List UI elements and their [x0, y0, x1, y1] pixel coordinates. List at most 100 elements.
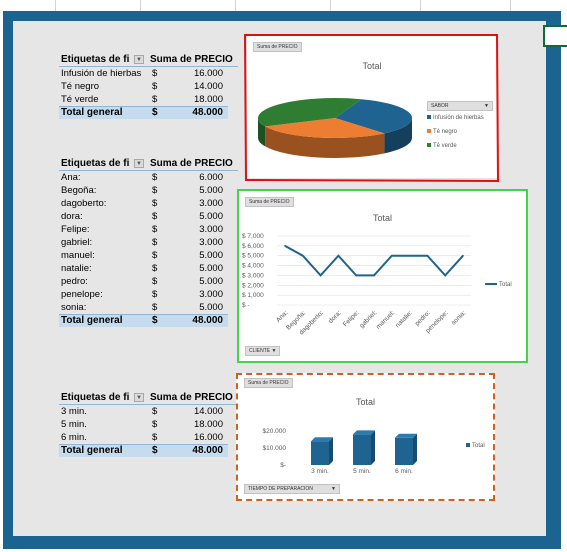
x-tick-label: 5 min. [353, 468, 371, 475]
pivot-table-sabor[interactable]: Etiquetas de fi ▼ Suma de PRECIO Infusió… [59, 53, 238, 119]
pivot-row[interactable]: pedro: $5.000 [59, 275, 238, 288]
currency-symbol: $ [152, 445, 158, 456]
bar-side [413, 433, 417, 465]
x-tick-label: 3 min. [311, 468, 329, 475]
y-tick-label: $ 2,000 [242, 282, 264, 289]
pivot-table-cliente[interactable]: Etiquetas de fi ▼ Suma de PRECIO Ana: $6.… [59, 157, 238, 327]
dropdown-arrow-icon: ▼ [331, 486, 336, 492]
data-point[interactable] [302, 254, 304, 257]
pivot-table-tiempo[interactable]: Etiquetas de fi ▼ Suma de PRECIO 3 min. $… [59, 391, 238, 457]
pivot-row[interactable]: Felipe: $3.000 [59, 223, 238, 236]
currency-symbol: $ [152, 172, 158, 183]
row-label: Té verde [61, 94, 99, 105]
pivot-row[interactable]: Infusión de hierbas $16.000 [59, 67, 238, 80]
bar[interactable] [353, 434, 371, 465]
currency-symbol: $ [152, 185, 158, 196]
row-label: Infusión de hierbas [61, 68, 142, 79]
pivot-row[interactable]: natalie: $5.000 [59, 262, 238, 275]
currency-symbol: $ [152, 406, 158, 417]
pivot-row[interactable]: Té negro $14.000 [59, 80, 238, 93]
row-value: 3.000 [199, 224, 223, 235]
row-label: Té negro [61, 81, 100, 92]
row-label: natalie: [61, 263, 92, 274]
grand-total-label: Total general [61, 107, 123, 118]
data-point[interactable] [319, 274, 322, 277]
series-line[interactable] [284, 244, 464, 277]
row-value: 14.000 [193, 81, 223, 92]
sum-header[interactable]: Suma de PRECIO [150, 392, 233, 403]
line-legend: Total [485, 282, 512, 288]
data-point[interactable] [391, 254, 393, 257]
sum-header[interactable]: Suma de PRECIO [150, 158, 233, 169]
bar[interactable] [311, 441, 329, 465]
x-tick-label: sonia: [450, 309, 467, 326]
filter-dropdown-icon[interactable]: ▼ [134, 159, 144, 168]
pivot-row[interactable]: sonia: $5.000 [59, 301, 238, 314]
row-label: Felipe: [61, 224, 90, 235]
line-chart-svg: $ 7,000 $ 6,000 $ 5,000 $ 4,000 $ 3,000 $ 2,0… [242, 233, 471, 336]
data-point[interactable] [444, 274, 446, 277]
pivot-row[interactable]: 6 min. $16.000 [59, 431, 238, 444]
grand-total-value: 48.000 [192, 315, 223, 326]
x-tick-label: 6 min. [395, 468, 413, 475]
pivot-row[interactable]: Té verde $18.000 [59, 93, 238, 106]
y-tick-label: $ 6,000 [242, 243, 264, 250]
row-value: 5.000 [199, 185, 223, 196]
bar[interactable] [395, 437, 413, 465]
filter-dropdown-icon[interactable]: ▼ [134, 393, 144, 402]
pivot-row[interactable]: Begoña: $5.000 [59, 184, 238, 197]
data-point[interactable] [355, 274, 357, 277]
row-labels-header[interactable]: Etiquetas de fi [61, 54, 136, 65]
y-tick-label: $10.000 [263, 445, 287, 452]
row-value: 5.000 [199, 211, 223, 222]
pivot-row[interactable]: 5 min. $18.000 [59, 418, 238, 431]
line-chart[interactable]: Suma de PRECIO Total $ 7,000 $ 6,000 $ 5,0… [237, 189, 528, 363]
currency-symbol: $ [152, 419, 158, 430]
y-tick-label: $ 5,000 [242, 253, 264, 260]
pivot-row[interactable]: penelope: $3.000 [59, 288, 238, 301]
pivot-row[interactable]: dora: $5.000 [59, 210, 238, 223]
axis-field-button[interactable]: CLIENTE ▼ [245, 346, 281, 356]
legend-label: Total [472, 443, 485, 449]
sum-header[interactable]: Suma de PRECIO [150, 54, 233, 65]
row-label: 3 min. [61, 406, 87, 417]
pivot-row[interactable]: Ana: $6.000 [59, 171, 238, 184]
y-tick-label: $ - [242, 302, 250, 309]
data-point[interactable] [337, 254, 340, 257]
row-value: 5.000 [199, 250, 223, 261]
bar-side [371, 430, 375, 465]
row-label: sonia: [61, 302, 87, 313]
y-tick-label: $20.000 [263, 428, 287, 435]
currency-symbol: $ [152, 289, 158, 300]
pivot-row[interactable]: dagoberto: $3.000 [59, 197, 238, 210]
row-labels-header[interactable]: Etiquetas de fi [61, 158, 136, 169]
y-tick-label: $ 7,000 [242, 233, 264, 240]
data-point[interactable] [426, 254, 429, 257]
data-point[interactable] [373, 274, 375, 277]
data-point[interactable] [284, 245, 286, 247]
row-value: 16.000 [193, 68, 223, 79]
pivot-row[interactable]: 3 min. $14.000 [59, 405, 238, 418]
grand-total-row[interactable]: Total general $ 48.000 [59, 314, 228, 327]
row-value: 5.000 [199, 276, 223, 287]
filter-dropdown-icon[interactable]: ▼ [134, 55, 144, 64]
row-labels-header[interactable]: Etiquetas de fi [61, 392, 136, 403]
axis-field-label: CLIENTE [249, 348, 271, 354]
data-point[interactable] [408, 254, 411, 257]
selected-cell-marker[interactable] [543, 25, 567, 47]
row-value: 3.000 [199, 198, 223, 209]
currency-symbol: $ [152, 237, 158, 248]
bar-chart[interactable]: Suma de PRECIO Total $20.000 $10.000 $- 3 m… [236, 373, 495, 501]
data-point[interactable] [462, 254, 464, 257]
axis-field-button[interactable]: TIEMPO DE PREPARACION ▼ [244, 484, 340, 494]
row-label: dora: [61, 211, 83, 222]
bar-side [329, 437, 333, 465]
axis-field-label: TIEMPO DE PREPARACION [248, 486, 313, 492]
row-value: 3.000 [199, 237, 223, 248]
grand-total-row[interactable]: Total general $ 48.000 [59, 106, 228, 119]
pivot-row[interactable]: manuel: $5.000 [59, 249, 238, 262]
currency-symbol: $ [152, 315, 158, 326]
grand-total-row[interactable]: Total general $ 48.000 [59, 444, 228, 457]
pivot-row[interactable]: gabriel: $3.000 [59, 236, 238, 249]
row-value: 6.000 [199, 172, 223, 183]
